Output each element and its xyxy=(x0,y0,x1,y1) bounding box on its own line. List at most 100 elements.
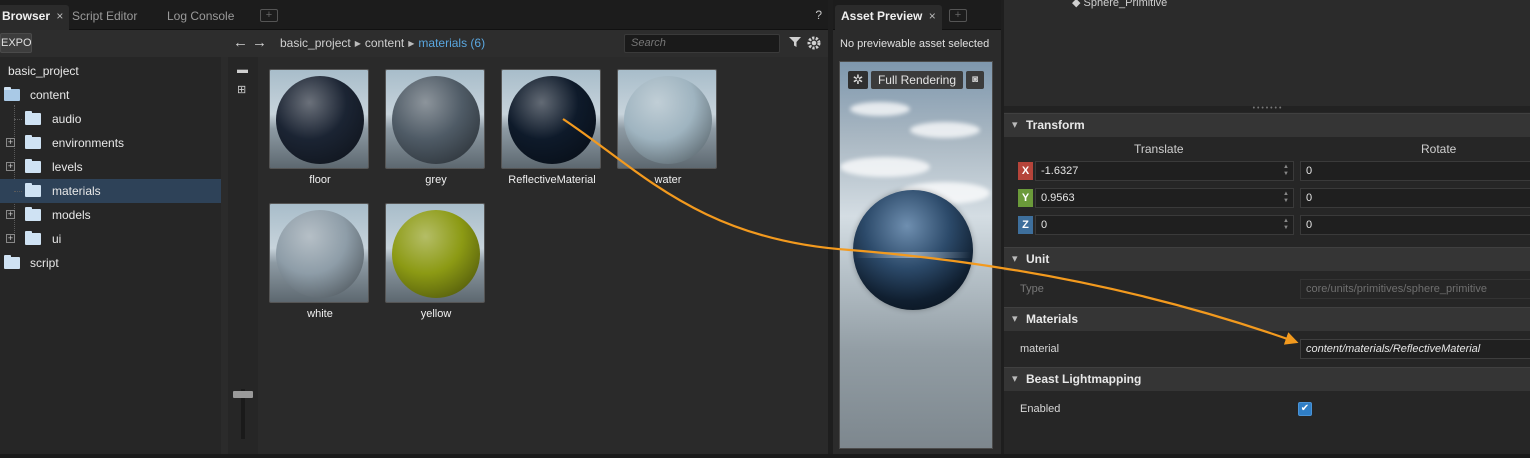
breadcrumb-item-basic-project[interactable]: basic_project xyxy=(280,36,351,50)
axis-x-badge: X xyxy=(1018,162,1033,180)
asset-item-yellow[interactable]: yellow xyxy=(385,203,487,320)
add-tab-icon[interactable]: + xyxy=(949,9,967,22)
scene-item-label: Sphere_Primitive xyxy=(1083,0,1168,9)
asset-item-white[interactable]: white xyxy=(269,203,371,320)
cloud-decoration xyxy=(850,102,910,116)
tree-item-label: content xyxy=(30,88,70,102)
asset-browser-panel: Browser × Script Editor Log Console + ? … xyxy=(0,0,828,454)
spinner-arrows-icon[interactable]: ▲ ▼ xyxy=(1283,191,1289,205)
folder-icon xyxy=(4,255,20,269)
section-materials-header[interactable]: Materials xyxy=(1004,307,1530,331)
enabled-checkbox[interactable]: ✔ xyxy=(1298,402,1312,416)
resize-grip-icon[interactable]: • • • • • • • xyxy=(1004,105,1530,112)
translate-x-input[interactable]: -1.6327 ▲ ▼ xyxy=(1035,161,1294,181)
export-button[interactable]: EXPORT xyxy=(0,33,32,53)
close-icon[interactable]: × xyxy=(929,9,936,23)
tree-item-label: materials xyxy=(52,184,101,198)
preview-tabbar: Asset Preview × + xyxy=(833,0,1001,30)
translate-y-input[interactable]: 0.9563 ▲ ▼ xyxy=(1035,188,1294,208)
new-folder-icon[interactable]: ▬ xyxy=(237,64,248,76)
tree-item-label: basic_project xyxy=(8,64,79,78)
tree-item-ui[interactable]: + ui xyxy=(0,227,221,251)
rotate-z-input[interactable]: 0 xyxy=(1300,215,1530,235)
tree-item-materials[interactable]: materials xyxy=(0,179,221,203)
tree-item-audio[interactable]: audio xyxy=(0,107,221,131)
folder-tree: basic_project content audio + environmen… xyxy=(0,57,221,454)
tab-log-console[interactable]: Log Console xyxy=(161,5,240,30)
section-beast-lightmapping-header[interactable]: Beast Lightmapping xyxy=(1004,367,1530,391)
add-tab-icon[interactable]: + xyxy=(260,9,278,22)
import-asset-icon[interactable]: ⊞ xyxy=(237,83,246,96)
browser-toolbar: EXPORT ← → basic_project▶content▶materia… xyxy=(0,30,828,57)
tree-item-basic-project[interactable]: basic_project xyxy=(0,59,221,83)
thumbnail-size-slider-handle[interactable] xyxy=(233,391,253,398)
unit-type-field: core/units/primitives/sphere_primitive xyxy=(1300,279,1530,299)
asset-thumbnail xyxy=(385,69,485,169)
properties-panel: ◆ Sphere_Primitive • • • • • • • Transfo… xyxy=(1004,0,1530,458)
tree-item-levels[interactable]: + levels xyxy=(0,155,221,179)
search-input[interactable]: Search xyxy=(624,34,780,53)
tree-item-environments[interactable]: + environments xyxy=(0,131,221,155)
cloud-decoration xyxy=(910,122,980,138)
translate-z-input[interactable]: 0 ▲ ▼ xyxy=(1035,215,1294,235)
tab-script-editor[interactable]: Script Editor xyxy=(66,5,143,30)
material-sphere-icon xyxy=(276,76,364,164)
asset-label: white xyxy=(307,308,333,320)
asset-label: floor xyxy=(309,174,331,186)
material-sphere-icon xyxy=(392,210,480,298)
asset-item-reflective-material[interactable]: ReflectiveMaterial xyxy=(501,69,603,186)
expand-plus-icon[interactable]: + xyxy=(6,234,15,243)
asset-item-grey[interactable]: grey xyxy=(385,69,487,186)
spinner-arrows-icon[interactable]: ▲ ▼ xyxy=(1283,218,1289,232)
section-unit-header[interactable]: Unit xyxy=(1004,247,1530,271)
enabled-label: Enabled xyxy=(1020,403,1061,415)
tree-item-content[interactable]: content xyxy=(0,83,221,107)
asset-label: water xyxy=(654,174,682,186)
tree-item-label: environments xyxy=(52,136,125,150)
forward-arrow-icon[interactable]: → xyxy=(252,35,267,51)
asset-thumbnail xyxy=(617,69,717,169)
expand-plus-icon[interactable]: + xyxy=(6,138,15,147)
tree-item-label: script xyxy=(30,256,59,270)
status-bar xyxy=(0,454,1530,458)
camera-icon[interactable]: ◙ xyxy=(966,71,984,89)
material-sphere-icon xyxy=(508,76,596,164)
tree-item-models[interactable]: + models xyxy=(0,203,221,227)
rotate-y-input[interactable]: 0 xyxy=(1300,188,1530,208)
scene-item-sphere-primitive[interactable]: ◆ Sphere_Primitive xyxy=(1072,0,1167,9)
tree-item-label: ui xyxy=(52,232,62,246)
help-icon[interactable]: ? xyxy=(815,8,822,22)
asset-item-floor[interactable]: floor xyxy=(269,69,371,186)
asset-thumbnail xyxy=(269,203,369,303)
tab-asset-preview[interactable]: Asset Preview × xyxy=(835,5,942,30)
tree-item-label: audio xyxy=(52,112,82,126)
tab-browser[interactable]: Browser × xyxy=(0,5,70,30)
render-mode-select[interactable]: Full Rendering xyxy=(871,71,963,89)
breadcrumb-item-content[interactable]: content xyxy=(365,36,404,50)
breadcrumb-item-current[interactable]: materials (6) xyxy=(418,36,485,50)
material-slot-field[interactable]: content/materials/ReflectiveMaterial xyxy=(1300,339,1530,359)
browser-tabbar: Browser × Script Editor Log Console + ? xyxy=(0,0,828,30)
breadcrumb: basic_project ▶ content ▶ materials (6) xyxy=(280,36,485,50)
asset-preview-panel: Asset Preview × + No previewable asset s… xyxy=(833,0,1001,454)
preview-viewport[interactable]: ✲ Full Rendering ◙ xyxy=(839,61,993,449)
panel-splitter[interactable] xyxy=(221,57,228,454)
tab-browser-label: Browser xyxy=(2,9,51,23)
filter-icon[interactable] xyxy=(788,35,803,52)
tree-item-label: levels xyxy=(52,160,83,174)
tree-item-script[interactable]: script xyxy=(0,251,221,275)
back-arrow-icon[interactable]: ← xyxy=(233,35,248,51)
spinner-arrows-icon[interactable]: ▲ ▼ xyxy=(1283,164,1289,178)
viewport-settings-gear-icon[interactable]: ✲ xyxy=(848,71,868,89)
settings-gear-icon[interactable] xyxy=(806,35,822,54)
expand-plus-icon[interactable]: + xyxy=(6,210,15,219)
material-sphere-icon xyxy=(276,210,364,298)
preview-status-text: No previewable asset selected xyxy=(840,38,990,50)
expand-plus-icon[interactable]: + xyxy=(6,162,15,171)
close-icon[interactable]: × xyxy=(56,9,63,23)
rotate-x-input[interactable]: 0 xyxy=(1300,161,1530,181)
asset-item-water[interactable]: water xyxy=(617,69,719,186)
section-transform-header[interactable]: Transform xyxy=(1004,113,1530,137)
translate-column-header: Translate xyxy=(1134,142,1184,156)
asset-thumbnail xyxy=(269,69,369,169)
